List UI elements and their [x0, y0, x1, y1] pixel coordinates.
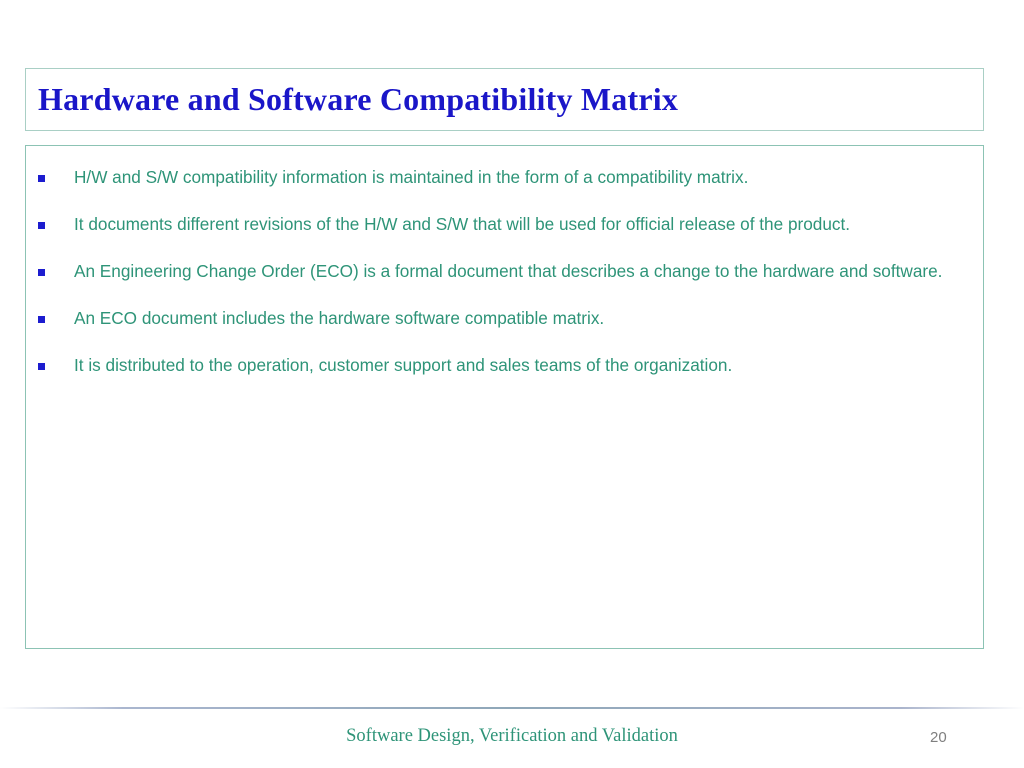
list-item-label: H/W and S/W compatibility information is… — [74, 167, 749, 187]
page-title: Hardware and Software Compatibility Matr… — [38, 80, 679, 117]
list-item: An ECO document includes the hardware so… — [26, 295, 983, 342]
list-item: H/W and S/W compatibility information is… — [26, 154, 983, 201]
bullet-list: H/W and S/W compatibility information is… — [26, 154, 983, 389]
list-item-label: It is distributed to the operation, cust… — [74, 355, 733, 375]
footer-divider — [0, 707, 1024, 709]
slide-title-box: Hardware and Software Compatibility Matr… — [25, 68, 984, 131]
list-item: An Engineering Change Order (ECO) is a f… — [26, 248, 983, 295]
list-item-label: An Engineering Change Order (ECO) is a f… — [74, 261, 943, 281]
square-bullet-icon — [38, 363, 45, 370]
square-bullet-icon — [38, 316, 45, 323]
slide-canvas: Hardware and Software Compatibility Matr… — [0, 0, 1024, 768]
square-bullet-icon — [38, 175, 45, 182]
list-item: It documents different revisions of the … — [26, 201, 983, 248]
list-item-label: It documents different revisions of the … — [74, 214, 851, 234]
square-bullet-icon — [38, 269, 45, 276]
slide-content-box: H/W and S/W compatibility information is… — [25, 145, 984, 649]
footer-label: Software Design, Verification and Valida… — [346, 726, 678, 746]
list-item-label: An ECO document includes the hardware so… — [74, 308, 605, 328]
page-number: 20 — [930, 729, 947, 746]
square-bullet-icon — [38, 222, 45, 229]
list-item: It is distributed to the operation, cust… — [26, 342, 983, 389]
